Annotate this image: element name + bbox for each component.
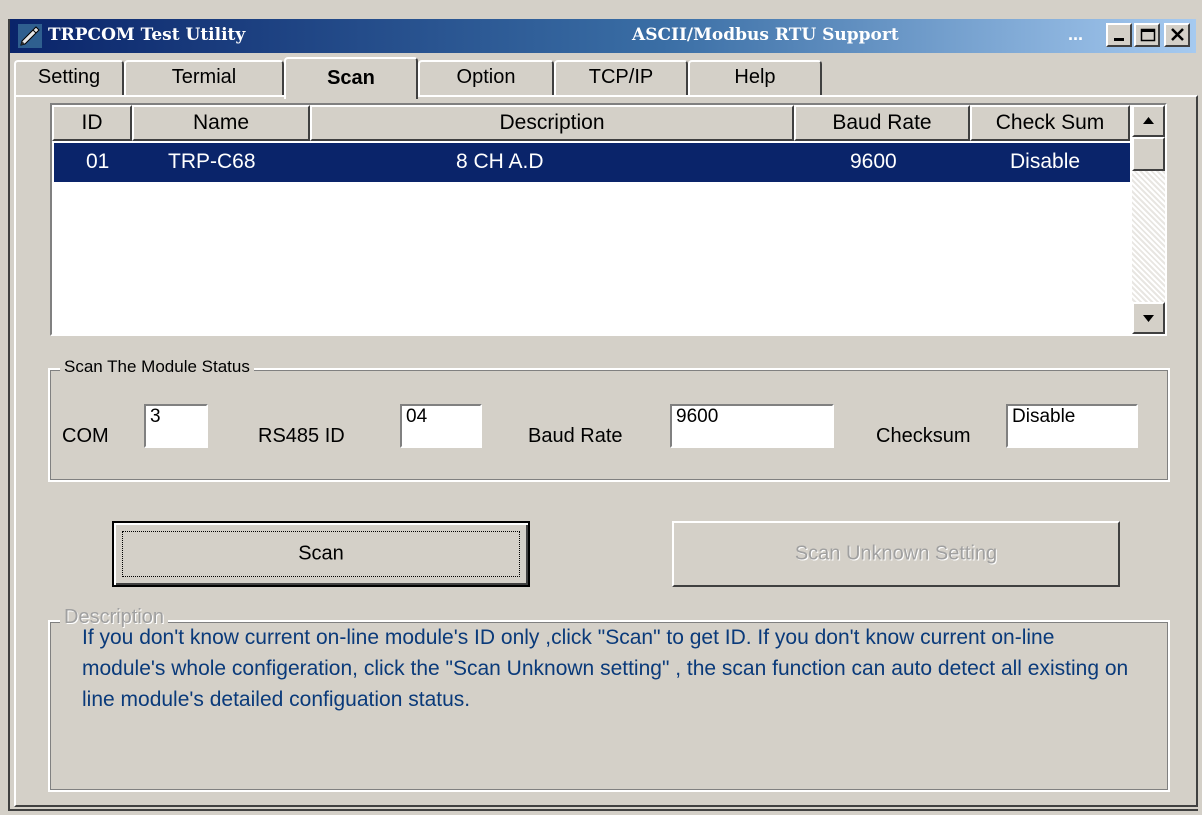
list-scrollbar[interactable]: [1132, 105, 1165, 334]
scroll-up-button[interactable]: [1132, 105, 1165, 137]
tab-help-label: Help: [734, 66, 776, 88]
tab-option-label: Option: [456, 66, 516, 88]
close-icon: [1171, 28, 1184, 41]
title-bar[interactable]: TRPCOM Test Utility ASCII/Modbus RTU Sup…: [10, 19, 1196, 53]
scan-unknown-setting-button[interactable]: Scan Unknown Setting: [672, 521, 1120, 587]
tab-scan[interactable]: Scan: [284, 57, 418, 99]
pen-icon: [18, 24, 42, 48]
row-baud-rate: 9600: [850, 150, 897, 173]
column-id-label: ID: [81, 111, 103, 134]
app-window: TRPCOM Test Utility ASCII/Modbus RTU Sup…: [0, 0, 1202, 815]
close-button[interactable]: [1164, 23, 1190, 47]
title-ellipsis: ...: [1068, 24, 1084, 44]
minimize-button[interactable]: [1106, 23, 1132, 47]
scan-unknown-setting-label: Scan Unknown Setting: [794, 542, 998, 565]
tab-setting-label: Setting: [37, 66, 101, 88]
module-list[interactable]: ID Name Description Baud Rate Check Sum …: [50, 103, 1167, 336]
tab-tcpip-label: TCP/IP: [588, 66, 654, 88]
tab-scan-label: Scan: [327, 67, 375, 89]
column-header-id[interactable]: ID: [52, 105, 132, 141]
scan-button[interactable]: Scan: [112, 521, 530, 587]
com-label: COM: [62, 425, 109, 447]
maximize-icon: [1140, 28, 1156, 42]
row-description: 8 CH A.D: [456, 150, 544, 173]
minimize-icon: [1114, 38, 1124, 41]
baud-rate-field[interactable]: 9600: [670, 404, 834, 448]
tab-setting[interactable]: Setting: [14, 60, 124, 96]
checksum-label: Checksum: [876, 425, 971, 447]
window-border-bottom: [8, 809, 1198, 811]
rs485-id-label: RS485 ID: [258, 425, 345, 447]
row-name: TRP-C68: [168, 150, 256, 173]
window-title: TRPCOM Test Utility: [48, 25, 246, 45]
window-border-left: [8, 19, 10, 811]
column-baud-rate-label: Baud Rate: [832, 111, 932, 134]
arrow-up-icon: [1143, 117, 1154, 124]
rs485-id-field[interactable]: 04: [400, 404, 482, 448]
maximize-button[interactable]: [1134, 23, 1160, 47]
row-check-sum: Disable: [1010, 150, 1081, 173]
scroll-down-button[interactable]: [1132, 302, 1165, 334]
tab-tcpip[interactable]: TCP/IP: [554, 60, 688, 96]
column-check-sum-label: Check Sum: [995, 111, 1105, 134]
scan-status-legend: Scan The Module Status: [60, 357, 254, 377]
row-id: 01: [86, 150, 110, 173]
checksum-field[interactable]: Disable: [1006, 404, 1138, 448]
column-description-label: Description: [499, 111, 605, 134]
column-header-name[interactable]: Name: [132, 105, 310, 141]
column-header-description[interactable]: Description: [310, 105, 794, 141]
scroll-thumb[interactable]: [1132, 137, 1165, 171]
tab-option[interactable]: Option: [418, 60, 554, 96]
tab-termial[interactable]: Termial: [124, 60, 284, 96]
column-name-label: Name: [192, 111, 250, 134]
description-text: If you don't know current on-line module…: [82, 626, 1129, 711]
column-header-check-sum[interactable]: Check Sum: [970, 105, 1130, 141]
baud-rate-label: Baud Rate: [528, 425, 623, 447]
tab-help[interactable]: Help: [688, 60, 822, 96]
table-row[interactable]: 01 TRP-C68 8 CH A.D 9600 Disable: [54, 143, 1130, 182]
window-subtitle: ASCII/Modbus RTU Support: [632, 25, 899, 45]
com-field[interactable]: 3: [144, 404, 208, 448]
tab-termial-label: Termial: [171, 66, 237, 88]
arrow-down-icon: [1143, 315, 1154, 322]
scan-button-label: Scan: [298, 542, 344, 565]
column-header-baud-rate[interactable]: Baud Rate: [794, 105, 970, 141]
